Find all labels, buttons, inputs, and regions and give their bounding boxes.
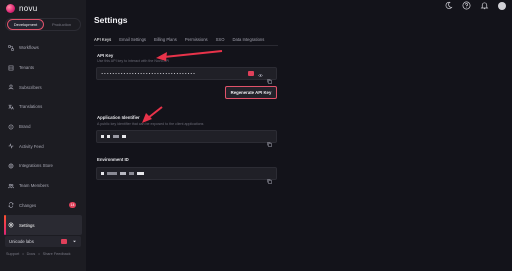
tabs-divider xyxy=(94,45,278,46)
sidebar-item-tenants[interactable]: Tenants xyxy=(4,58,82,78)
sidebar-item-team-members[interactable]: Team Members xyxy=(4,176,82,196)
sidebar-item-label: Brand xyxy=(19,124,31,130)
env-option-development[interactable]: Development xyxy=(7,19,44,30)
api-key-value: •••••••••••••••••••••••••••••••••• xyxy=(101,71,196,76)
footer-separator: • xyxy=(38,252,40,256)
sidebar-item-label: Subscribers xyxy=(19,84,42,90)
sidebar-item-label: Changes xyxy=(19,202,37,208)
api-key-label: API Key xyxy=(97,53,114,58)
theme-toggle-icon[interactable] xyxy=(444,1,453,10)
tenants-icon xyxy=(8,65,14,71)
copy-icon[interactable] xyxy=(267,134,272,147)
integrations-icon xyxy=(8,163,14,169)
organization-name: Unicode labs xyxy=(9,239,34,244)
sidebar-item-translations[interactable]: Translations xyxy=(4,97,82,117)
sidebar-item-workflows[interactable]: Workflows xyxy=(4,38,82,58)
sidebar-item-label: Workflows xyxy=(19,45,39,51)
changes-icon xyxy=(8,202,14,209)
environment-id-field[interactable] xyxy=(96,167,277,184)
avatar[interactable] xyxy=(498,1,506,10)
sidebar-item-subscribers[interactable]: Subscribers xyxy=(4,77,82,97)
settings-icon xyxy=(8,222,14,228)
organization-badge xyxy=(61,239,67,244)
workflow-icon xyxy=(8,45,14,51)
changes-count-badge: 14 xyxy=(69,202,76,209)
team-icon xyxy=(8,183,14,189)
sidebar-item-brand[interactable]: Brand xyxy=(4,117,82,137)
copy-icon[interactable] xyxy=(267,171,272,184)
application-identifier-value-redacted xyxy=(101,135,126,138)
footer-separator: • xyxy=(22,252,24,256)
support-link[interactable]: Support xyxy=(6,252,19,256)
logo-text: novu xyxy=(19,4,38,13)
sidebar-item-label: Integrations Store xyxy=(19,163,53,169)
activity-icon xyxy=(8,143,14,150)
environment-id-label: Environment ID xyxy=(97,157,129,162)
regenerate-api-key-button[interactable]: Regenerate API Key xyxy=(225,86,277,99)
notifications-bell-icon[interactable] xyxy=(480,1,489,10)
page-title: Settings xyxy=(94,15,128,25)
eye-icon[interactable] xyxy=(258,65,263,83)
chevron-down-icon xyxy=(72,239,77,244)
sidebar-item-label: Team Members xyxy=(19,183,49,189)
copy-icon[interactable] xyxy=(267,71,272,84)
subscribers-icon xyxy=(8,84,14,90)
logo[interactable]: novu xyxy=(6,4,38,13)
api-key-badge xyxy=(248,71,254,76)
environment-toggle: Development Production xyxy=(5,18,81,31)
sidebar-item-activity-feed[interactable]: Activity Feed xyxy=(4,136,82,156)
brand-icon xyxy=(8,124,14,130)
translations-icon xyxy=(8,104,14,110)
share-feedback-link[interactable]: Share Feedback xyxy=(43,252,71,256)
sidebar: novu Development Production Workflows Te… xyxy=(0,0,86,271)
application-identifier-label: Application Identifier xyxy=(97,115,140,120)
sidebar-item-label: Translations xyxy=(19,104,43,110)
env-option-production[interactable]: Production xyxy=(44,19,79,30)
footer-links: Support • Docs • Share Feedback xyxy=(6,252,71,256)
environment-id-value-redacted xyxy=(101,172,144,175)
application-identifier-field[interactable] xyxy=(96,130,277,147)
sidebar-item-label: Tenants xyxy=(19,65,35,71)
sidebar-item-label: Activity Feed xyxy=(19,143,44,149)
api-key-help: Use this API key to interact with the No… xyxy=(97,59,170,63)
novu-logo-icon xyxy=(6,4,15,13)
organization-select[interactable]: Unicode labs xyxy=(5,236,81,247)
help-icon[interactable] xyxy=(462,1,471,10)
sidebar-item-changes[interactable]: Changes 14 xyxy=(4,196,82,216)
header-actions xyxy=(444,1,506,10)
sidebar-item-settings[interactable]: Settings xyxy=(4,215,82,235)
sidebar-nav: Workflows Tenants Subscribers Translatio… xyxy=(4,38,82,235)
docs-link[interactable]: Docs xyxy=(27,252,36,256)
sidebar-item-label: Settings xyxy=(19,222,35,228)
api-key-field[interactable]: •••••••••••••••••••••••••••••••••• xyxy=(96,65,277,84)
application-identifier-help: A public key identifier that can be expo… xyxy=(97,122,204,126)
sidebar-item-integrations-store[interactable]: Integrations Store xyxy=(4,156,82,176)
